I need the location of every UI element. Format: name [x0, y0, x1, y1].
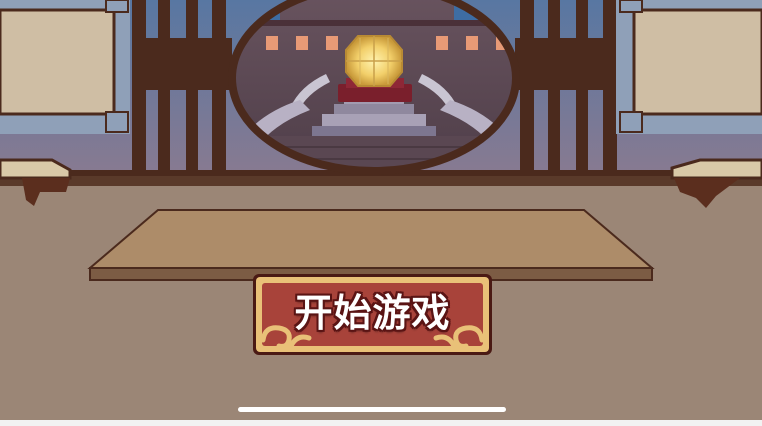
left-wall-scroll: [0, 0, 130, 134]
start-game-label: 开始游戏: [294, 291, 451, 335]
glowing-lantern-icon: [345, 35, 403, 87]
wall-baseboard: [0, 176, 762, 186]
scene-background: [0, 0, 762, 420]
bottom-strip: [0, 420, 762, 426]
start-game-button[interactable]: 开始游戏: [251, 272, 494, 357]
wooden-table: [87, 209, 655, 281]
game-scene: 开始游戏: [0, 0, 762, 420]
home-indicator-bar[interactable]: [238, 407, 506, 412]
right-wall-scroll: [616, 0, 762, 134]
